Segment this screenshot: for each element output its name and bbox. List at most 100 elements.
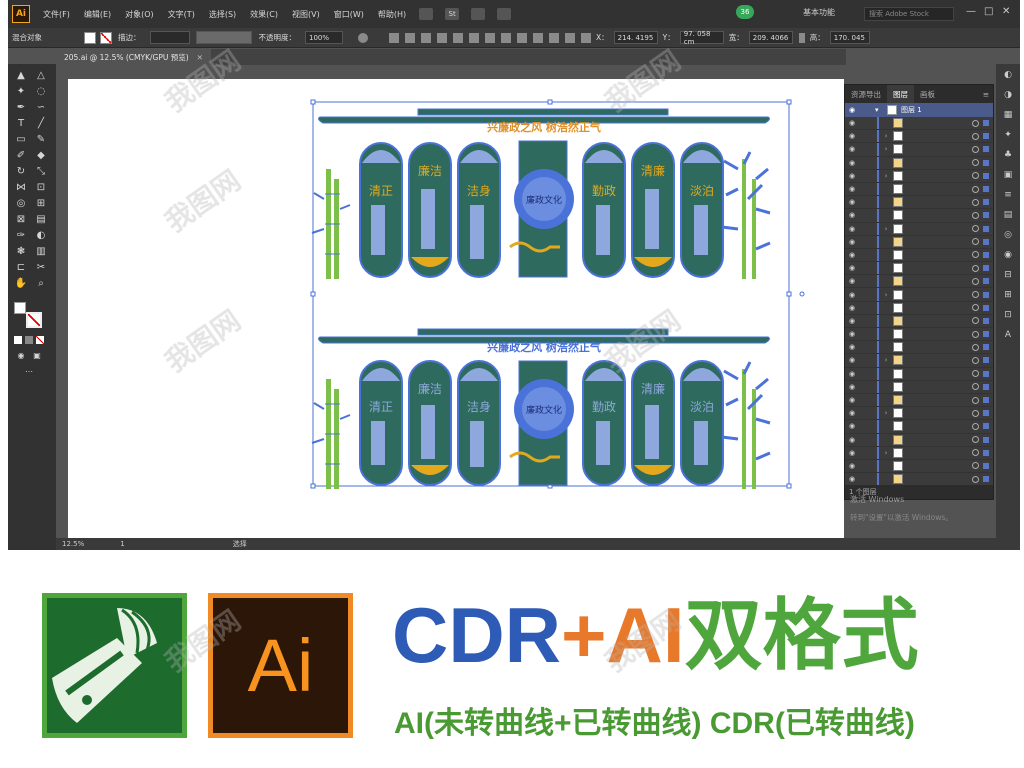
menu-edit[interactable]: 编辑(E) [77, 9, 118, 20]
hand-tool-icon[interactable]: ✋ [14, 278, 28, 290]
visibility-eye-icon[interactable]: ◉ [845, 409, 859, 417]
target-circle-icon[interactable] [972, 475, 979, 483]
menu-file[interactable]: 文件(F) [36, 9, 77, 20]
visibility-eye-icon[interactable]: ◉ [845, 291, 859, 299]
selection-square-icon[interactable] [983, 238, 989, 245]
layer-name[interactable]: 图层 1 [901, 105, 993, 115]
visibility-eye-icon[interactable]: ◉ [845, 317, 859, 325]
selection-square-icon[interactable] [983, 159, 989, 166]
shaper-tool-icon[interactable]: ✐ [14, 150, 28, 162]
selection-square-icon[interactable] [983, 225, 989, 232]
visibility-eye-icon[interactable]: ◉ [845, 370, 859, 378]
layer-row[interactable]: ◉ [845, 328, 993, 342]
target-circle-icon[interactable] [972, 145, 979, 153]
zoom-level[interactable]: 12.5% [62, 540, 84, 548]
gradient-panel-icon[interactable]: ▤ [1002, 210, 1014, 222]
selection-square-icon[interactable] [983, 397, 989, 404]
tab-layers[interactable]: 图层 [887, 85, 914, 103]
target-circle-icon[interactable] [972, 238, 979, 246]
target-circle-icon[interactable] [972, 396, 979, 404]
expand-arrow-icon[interactable]: › [881, 145, 891, 153]
layer-row[interactable]: ◉ [845, 156, 993, 170]
layer-row[interactable]: ◉ [845, 209, 993, 223]
target-circle-icon[interactable] [972, 159, 979, 167]
visibility-eye-icon[interactable]: ◉ [845, 330, 859, 338]
visibility-eye-icon[interactable]: ◉ [845, 211, 859, 219]
selection-square-icon[interactable] [983, 370, 989, 377]
type-tool-icon[interactable]: T [14, 118, 28, 130]
layer-row[interactable]: ◉ › [845, 354, 993, 368]
selection-square-icon[interactable] [983, 199, 989, 206]
selection-square-icon[interactable] [983, 410, 989, 417]
draw-mode-icon[interactable]: ◉ [14, 350, 28, 362]
visibility-eye-icon[interactable]: ◉ [845, 172, 859, 180]
align-panel-icon[interactable]: ⊟ [1002, 270, 1014, 282]
artboard[interactable]: 兴廉政之风 树浩然正气 清正 廉洁 洁身 廉政文化 勤政 清廉 淡泊 兴廉政之风… [68, 79, 844, 538]
target-circle-icon[interactable] [972, 185, 979, 193]
menu-view[interactable]: 视图(V) [285, 9, 327, 20]
edit-toolbar-icon[interactable]: ⋯ [22, 366, 36, 378]
target-circle-icon[interactable] [972, 211, 979, 219]
target-circle-icon[interactable] [972, 422, 979, 430]
visibility-eye-icon[interactable]: ◉ [845, 132, 859, 140]
screen-mode-icon[interactable]: ▣ [30, 350, 44, 362]
stock-search-input[interactable]: 搜索 Adobe Stock [864, 7, 954, 21]
visibility-eye-icon[interactable]: ◉ [845, 225, 859, 233]
free-transform-tool-icon[interactable]: ⊡ [34, 182, 48, 194]
minimize-button[interactable]: — [966, 6, 976, 17]
y-input[interactable]: 97. 058 cm [679, 30, 724, 46]
layer-1-row[interactable]: ◉ ▾ 图层 1 [845, 103, 993, 117]
distribute-middle-icon[interactable] [501, 32, 511, 43]
target-circle-icon[interactable] [972, 119, 979, 127]
fill-swatch[interactable] [84, 31, 96, 44]
selection-square-icon[interactable] [983, 186, 989, 193]
layer-row[interactable]: ◉ [845, 341, 993, 355]
opacity-input[interactable]: 100% [305, 31, 343, 44]
expand-arrow-icon[interactable]: › [881, 132, 891, 140]
align-left-icon[interactable] [389, 32, 399, 43]
layer-row[interactable]: ◉ › [845, 130, 993, 144]
selection-square-icon[interactable] [983, 120, 989, 127]
artboard-tool-icon[interactable]: ⊏ [14, 262, 28, 274]
selection-square-icon[interactable] [983, 331, 989, 338]
recolor-icon[interactable] [358, 32, 368, 43]
line-tool-icon[interactable]: ╱ [34, 118, 48, 130]
document-tab[interactable]: 205.ai @ 12.5% (CMYK/GPU 预览) ✕ [56, 49, 211, 65]
selection-square-icon[interactable] [983, 133, 989, 140]
gradient-mode-icon[interactable] [25, 336, 33, 344]
selection-square-icon[interactable] [983, 212, 989, 219]
selection-square-icon[interactable] [983, 449, 989, 456]
selection-square-icon[interactable] [983, 304, 989, 311]
layer-row[interactable]: ◉ [845, 459, 993, 474]
visibility-eye-icon[interactable]: ◉ [845, 396, 859, 404]
visibility-eye-icon[interactable]: ◉ [845, 145, 859, 153]
visibility-eye-icon[interactable]: ◉ [845, 119, 859, 127]
color-mode-icon[interactable] [14, 336, 22, 344]
align-right-icon[interactable] [421, 32, 431, 43]
target-circle-icon[interactable] [972, 264, 979, 272]
tab-asset-export[interactable]: 资源导出 [845, 89, 887, 100]
layer-row[interactable]: ◉ › [845, 143, 993, 157]
graphic-styles-icon[interactable]: ▣ [1002, 170, 1014, 182]
maximize-button[interactable]: □ [984, 6, 993, 17]
gpu-rocket-icon[interactable] [497, 8, 512, 20]
curvature-tool-icon[interactable]: ∽ [34, 102, 48, 114]
target-circle-icon[interactable] [972, 330, 979, 338]
close-tab-icon[interactable]: ✕ [197, 53, 203, 62]
workspace-switcher[interactable]: 基本功能 [803, 7, 835, 18]
expand-arrow-icon[interactable]: › [881, 449, 891, 457]
selection-square-icon[interactable] [983, 317, 989, 324]
target-circle-icon[interactable] [972, 198, 979, 206]
visibility-eye-icon[interactable]: ◉ [845, 475, 859, 483]
reference-point-icon[interactable] [581, 32, 591, 43]
visibility-eye-icon[interactable]: ◉ [845, 462, 859, 470]
visibility-eye-icon[interactable]: ◉ [845, 436, 859, 444]
appearance-icon[interactable]: ◉ [1002, 250, 1014, 262]
stroke-swatch[interactable] [100, 31, 112, 44]
distribute-bottom-icon[interactable] [517, 32, 527, 43]
visibility-eye-icon[interactable]: ◉ [845, 264, 859, 272]
visibility-eye-icon[interactable]: ◉ [845, 356, 859, 364]
selection-square-icon[interactable] [983, 291, 989, 298]
layer-row[interactable]: ◉ › [845, 446, 993, 460]
constrain-link-icon[interactable] [798, 32, 805, 43]
